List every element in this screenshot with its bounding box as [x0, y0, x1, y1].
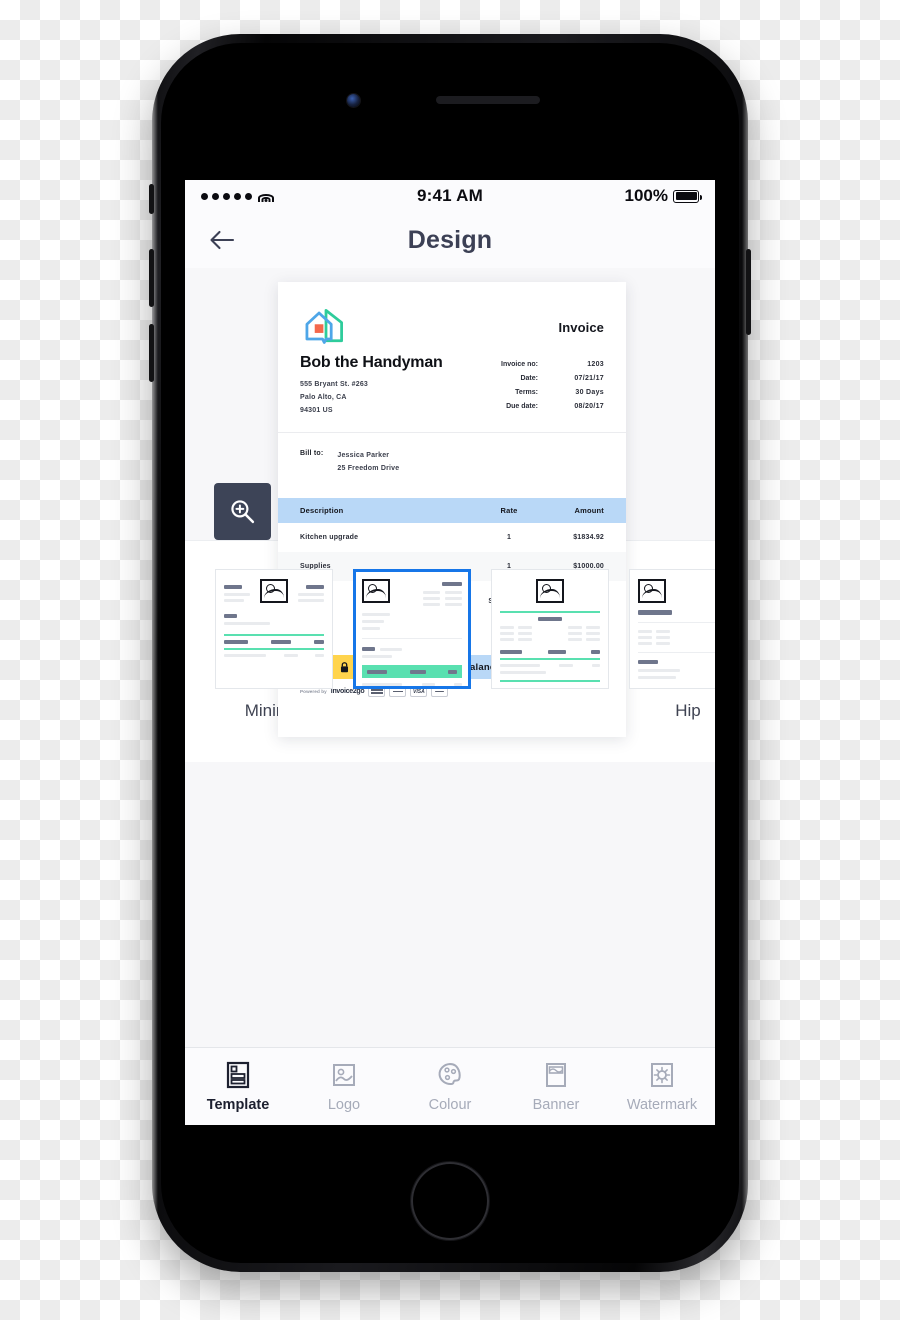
- powered-by-label: Powered by: [300, 689, 327, 695]
- meta-value: 08/20/17: [574, 403, 604, 410]
- invoice-doc-label: Invoice: [558, 320, 604, 335]
- template-label: Hip: [675, 701, 701, 720]
- status-bar-right: 100%: [549, 186, 703, 206]
- template-thumbnail: [353, 569, 471, 689]
- tab-watermark[interactable]: Watermark: [609, 1060, 715, 1113]
- arrow-left-icon: [210, 230, 235, 250]
- column-header-description: Description: [278, 498, 478, 524]
- table-header-row: Description Rate Amount: [278, 498, 626, 524]
- address-line-2: Palo Alto, CA: [300, 393, 347, 401]
- watermark-sun-icon: [651, 1063, 673, 1087]
- column-header-amount: Amount: [540, 498, 626, 524]
- image-placeholder-icon: [260, 579, 288, 603]
- business-name: Bob the Handyman: [300, 354, 443, 371]
- invoice-meta-block: Invoice no: 1203 Date: 07/21/17 Terms: 30 D…: [486, 358, 604, 414]
- template-thumbnail: [491, 569, 609, 689]
- tab-logo[interactable]: Logo: [291, 1060, 397, 1113]
- wifi-icon: [258, 190, 274, 202]
- status-bar: 9:41 AM 100%: [185, 180, 715, 212]
- status-bar-time: 9:41 AM: [417, 186, 483, 205]
- bill-to-block: Bill to: Jessica Parker 25 Freedom Drive: [278, 433, 626, 498]
- table-row: Kitchen upgrade 1 $1834.92: [278, 523, 626, 552]
- signal-strength-icon: [201, 192, 252, 200]
- power-button[interactable]: [746, 249, 751, 335]
- tab-label: Template: [206, 1097, 270, 1113]
- status-bar-left: [201, 190, 351, 202]
- tab-label: Logo: [327, 1097, 361, 1113]
- meta-key: Terms:: [515, 389, 538, 396]
- invoice-meta-row: Terms: 30 Days: [486, 386, 604, 400]
- tab-label: Colour: [428, 1097, 472, 1113]
- zoom-preview-button[interactable]: [214, 483, 271, 540]
- tab-label: Banner: [532, 1097, 580, 1113]
- page-title: Design: [407, 225, 493, 254]
- app-screen: 9:41 AM 100% Design Invoice Bob the Hand…: [185, 180, 715, 1125]
- battery-percent-label: 100%: [624, 186, 668, 205]
- business-block: Bob the Handyman 555 Bryant St. #263 Pal…: [300, 354, 443, 418]
- image-placeholder-icon: [536, 579, 564, 603]
- back-button[interactable]: [205, 223, 239, 257]
- cell-rate: 1: [506, 534, 512, 542]
- home-button[interactable]: [411, 1162, 489, 1240]
- bill-to-line-1: Jessica Parker: [337, 451, 390, 459]
- brand-label: Invoice2go: [330, 688, 365, 696]
- navigation-bar: Design: [185, 212, 715, 268]
- front-camera: [347, 94, 360, 107]
- meta-value: 1203: [587, 361, 604, 368]
- meta-key: Date:: [520, 375, 538, 382]
- banner-icon: [546, 1063, 566, 1087]
- volume-down-button[interactable]: [149, 324, 154, 382]
- cell-amount: $1834.92: [573, 534, 604, 542]
- address-line-1: 555 Bryant St. #263: [300, 381, 369, 388]
- image-icon: [333, 1064, 355, 1086]
- palette-icon: [438, 1062, 461, 1085]
- invoice-meta-row: Due date: 08/20/17: [486, 400, 604, 414]
- bill-to-line-2: 25 Freedom Drive: [337, 465, 400, 473]
- bill-to-value: Jessica Parker 25 Freedom Drive: [337, 449, 399, 476]
- volume-up-button[interactable]: [149, 249, 154, 307]
- battery-full-icon: [673, 189, 703, 203]
- template-icon: [226, 1061, 250, 1089]
- template-thumbnail: [215, 569, 333, 689]
- invoice-meta-row: Date: 07/21/17: [486, 372, 604, 386]
- business-address: 555 Bryant St. #263 Palo Alto, CA 94301 …: [300, 379, 443, 418]
- phone-device-frame: 9:41 AM 100% Design Invoice Bob the Hand…: [149, 34, 751, 1272]
- template-thumbnail: [629, 569, 715, 689]
- tab-label: Watermark: [626, 1097, 698, 1113]
- template-option-hip[interactable]: Hip: [629, 569, 715, 721]
- house-logo-icon: [305, 309, 343, 344]
- meta-key: Invoice no:: [501, 361, 538, 368]
- silent-switch[interactable]: [149, 184, 154, 214]
- earpiece-speaker: [436, 96, 540, 104]
- magnify-plus-icon: [231, 500, 255, 524]
- column-header-rate: Rate: [478, 498, 540, 524]
- cell-description: Kitchen upgrade: [300, 534, 359, 542]
- tab-template[interactable]: Template: [185, 1060, 291, 1113]
- tab-colour[interactable]: Colour: [397, 1060, 503, 1113]
- meta-value: 07/21/17: [574, 375, 604, 382]
- meta-key: Due date:: [506, 403, 538, 410]
- address-line-3: 94301 US: [300, 406, 333, 414]
- tab-banner[interactable]: Banner: [503, 1060, 609, 1113]
- image-placeholder-icon: [362, 579, 390, 603]
- lock-icon: [340, 661, 348, 672]
- meta-value: 30 Days: [575, 389, 604, 396]
- invoice-meta-row: Invoice no: 1203: [486, 358, 604, 372]
- invoice-preview-area: Invoice Bob the Handyman 555 Bryant St. …: [185, 268, 715, 737]
- image-placeholder-icon: [638, 579, 666, 603]
- bottom-tab-bar: Template Logo Colour Banner Watermark: [185, 1047, 715, 1125]
- bill-to-label: Bill to:: [300, 449, 324, 457]
